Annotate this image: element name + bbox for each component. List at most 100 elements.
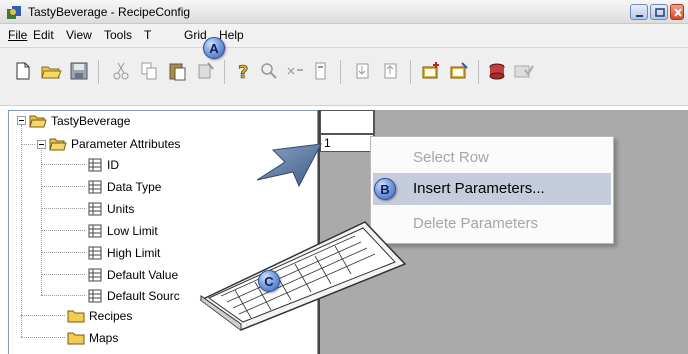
tree-item-attribute[interactable]: Low Limit — [87, 222, 158, 240]
tree-connector — [41, 164, 85, 165]
tree-item-attribute[interactable]: High Limit — [87, 244, 160, 262]
tree-item-attribute-label: ID — [107, 158, 119, 172]
menu-file-label: File — [8, 28, 28, 42]
tree-connector — [41, 274, 85, 275]
tree-connector — [41, 145, 42, 295]
window-controls — [630, 4, 684, 20]
edit-record-icon[interactable] — [448, 60, 470, 82]
tree-item-maps-label: Maps — [89, 331, 119, 345]
collapse-parameter-attributes-button[interactable] — [37, 140, 46, 149]
menu-file[interactable]: File — [8, 28, 27, 42]
tree-item-attribute[interactable]: ID — [87, 156, 119, 174]
tree-item-attribute[interactable]: Default Sourc — [87, 287, 180, 305]
tree-connector — [41, 208, 85, 209]
collapse-root-button[interactable] — [17, 116, 26, 125]
callout-badge-c: C — [258, 270, 280, 292]
minimize-button[interactable] — [630, 4, 648, 20]
folder-icon — [67, 310, 85, 323]
tree-connector — [21, 125, 22, 337]
tree-connector — [21, 315, 65, 316]
tree-connector — [21, 144, 35, 145]
tree-item-parameter-attributes[interactable]: Parameter Attributes — [49, 135, 180, 153]
tree-item-recipes-label: Recipes — [89, 309, 133, 323]
grid-row-header[interactable]: 1 — [320, 134, 374, 152]
title-bar: TastyBeverage - RecipeConfig — [0, 0, 688, 24]
table-icon — [88, 180, 102, 194]
menu-tools[interactable]: Tools — [104, 28, 132, 42]
help-icon[interactable]: ? — [232, 60, 254, 82]
close-icon — [674, 8, 682, 17]
cut-icon[interactable] — [110, 60, 132, 82]
tree-item-attribute-label: Default Value — [107, 268, 179, 282]
save-icon[interactable] — [68, 60, 90, 82]
callout-badge-b: B — [374, 178, 396, 200]
tree-item-attribute-label: Units — [107, 202, 135, 216]
close-button[interactable] — [670, 4, 684, 20]
open-folder-icon[interactable] — [40, 60, 62, 82]
menu-help-label: Help — [219, 28, 244, 42]
tree-item-recipes[interactable]: Recipes — [67, 307, 132, 325]
replace-icon[interactable] — [284, 60, 306, 82]
tree-connector — [41, 186, 85, 187]
tree-item-attribute-label: Default Sourc — [107, 289, 180, 303]
tree-connector — [41, 252, 85, 253]
folder-icon — [67, 332, 85, 345]
find-icon[interactable] — [258, 60, 280, 82]
minimize-icon — [636, 15, 643, 17]
maximize-icon — [655, 8, 665, 17]
delete-icon[interactable] — [194, 60, 216, 82]
table-icon — [88, 246, 102, 260]
tree-item-attribute[interactable]: Units — [87, 200, 134, 218]
tree-item-attribute-label: Low Limit — [107, 224, 158, 238]
tree-connector — [41, 295, 85, 296]
window-title: TastyBeverage - RecipeConfig — [28, 5, 191, 19]
menu-grid-label: Grid — [184, 28, 207, 42]
menu-item-delete-parameters[interactable]: Delete Parameters — [413, 215, 538, 232]
table-icon — [88, 224, 102, 238]
add-record-icon[interactable] — [420, 60, 442, 82]
toolbar-separator — [478, 60, 479, 84]
svg-text:?: ? — [238, 62, 248, 82]
table-icon — [88, 268, 102, 282]
maximize-button[interactable] — [650, 4, 668, 20]
properties-icon[interactable] — [310, 60, 332, 82]
menu-tools-label: Tools — [104, 28, 133, 42]
menu-t[interactable]: T — [144, 28, 151, 42]
toolbar-separator — [410, 60, 411, 84]
copy-icon[interactable] — [138, 60, 160, 82]
menu-t-label: T — [144, 28, 152, 42]
new-document-icon[interactable] — [12, 60, 34, 82]
toolbar-separator — [98, 60, 99, 84]
table-icon — [88, 289, 102, 303]
open-folder-icon — [49, 138, 67, 151]
table-icon — [88, 158, 102, 172]
check-icon[interactable] — [512, 60, 534, 82]
menu-item-select-row[interactable]: Select Row — [413, 149, 489, 166]
menu-item-insert-parameters[interactable]: Insert Parameters... — [413, 180, 545, 197]
tree-item-parameter-attributes-label: Parameter Attributes — [71, 137, 181, 151]
tree-item-maps[interactable]: Maps — [67, 329, 118, 347]
grid-corner-header[interactable] — [320, 110, 374, 134]
menu-edit-label: Edit — [33, 28, 54, 42]
menu-edit[interactable]: Edit — [33, 28, 54, 42]
menu-bar: File Edit View Tools T Grid Help — [0, 24, 688, 48]
tree-item-attribute-label: High Limit — [107, 246, 161, 260]
tree-item-root[interactable]: TastyBeverage — [29, 112, 130, 130]
tree-item-root-label: TastyBeverage — [51, 114, 131, 128]
tree-connector — [21, 337, 65, 338]
export-icon[interactable] — [380, 60, 402, 82]
tree-item-attribute[interactable]: Default Value — [87, 266, 178, 284]
paste-icon[interactable] — [166, 60, 188, 82]
menu-grid[interactable]: Grid — [184, 28, 207, 42]
toolbar: ? — [0, 48, 688, 106]
toolbar-separator — [340, 60, 341, 84]
menu-view[interactable]: View — [66, 28, 92, 42]
tree-item-attribute[interactable]: Data Type — [87, 178, 161, 196]
tree-item-attribute-label: Data Type — [107, 180, 162, 194]
database-icon[interactable] — [486, 60, 508, 82]
menu-help[interactable]: Help — [219, 28, 244, 42]
import-icon[interactable] — [352, 60, 374, 82]
menu-view-label: View — [66, 28, 92, 42]
open-folder-icon — [29, 115, 47, 128]
table-icon — [88, 202, 102, 216]
